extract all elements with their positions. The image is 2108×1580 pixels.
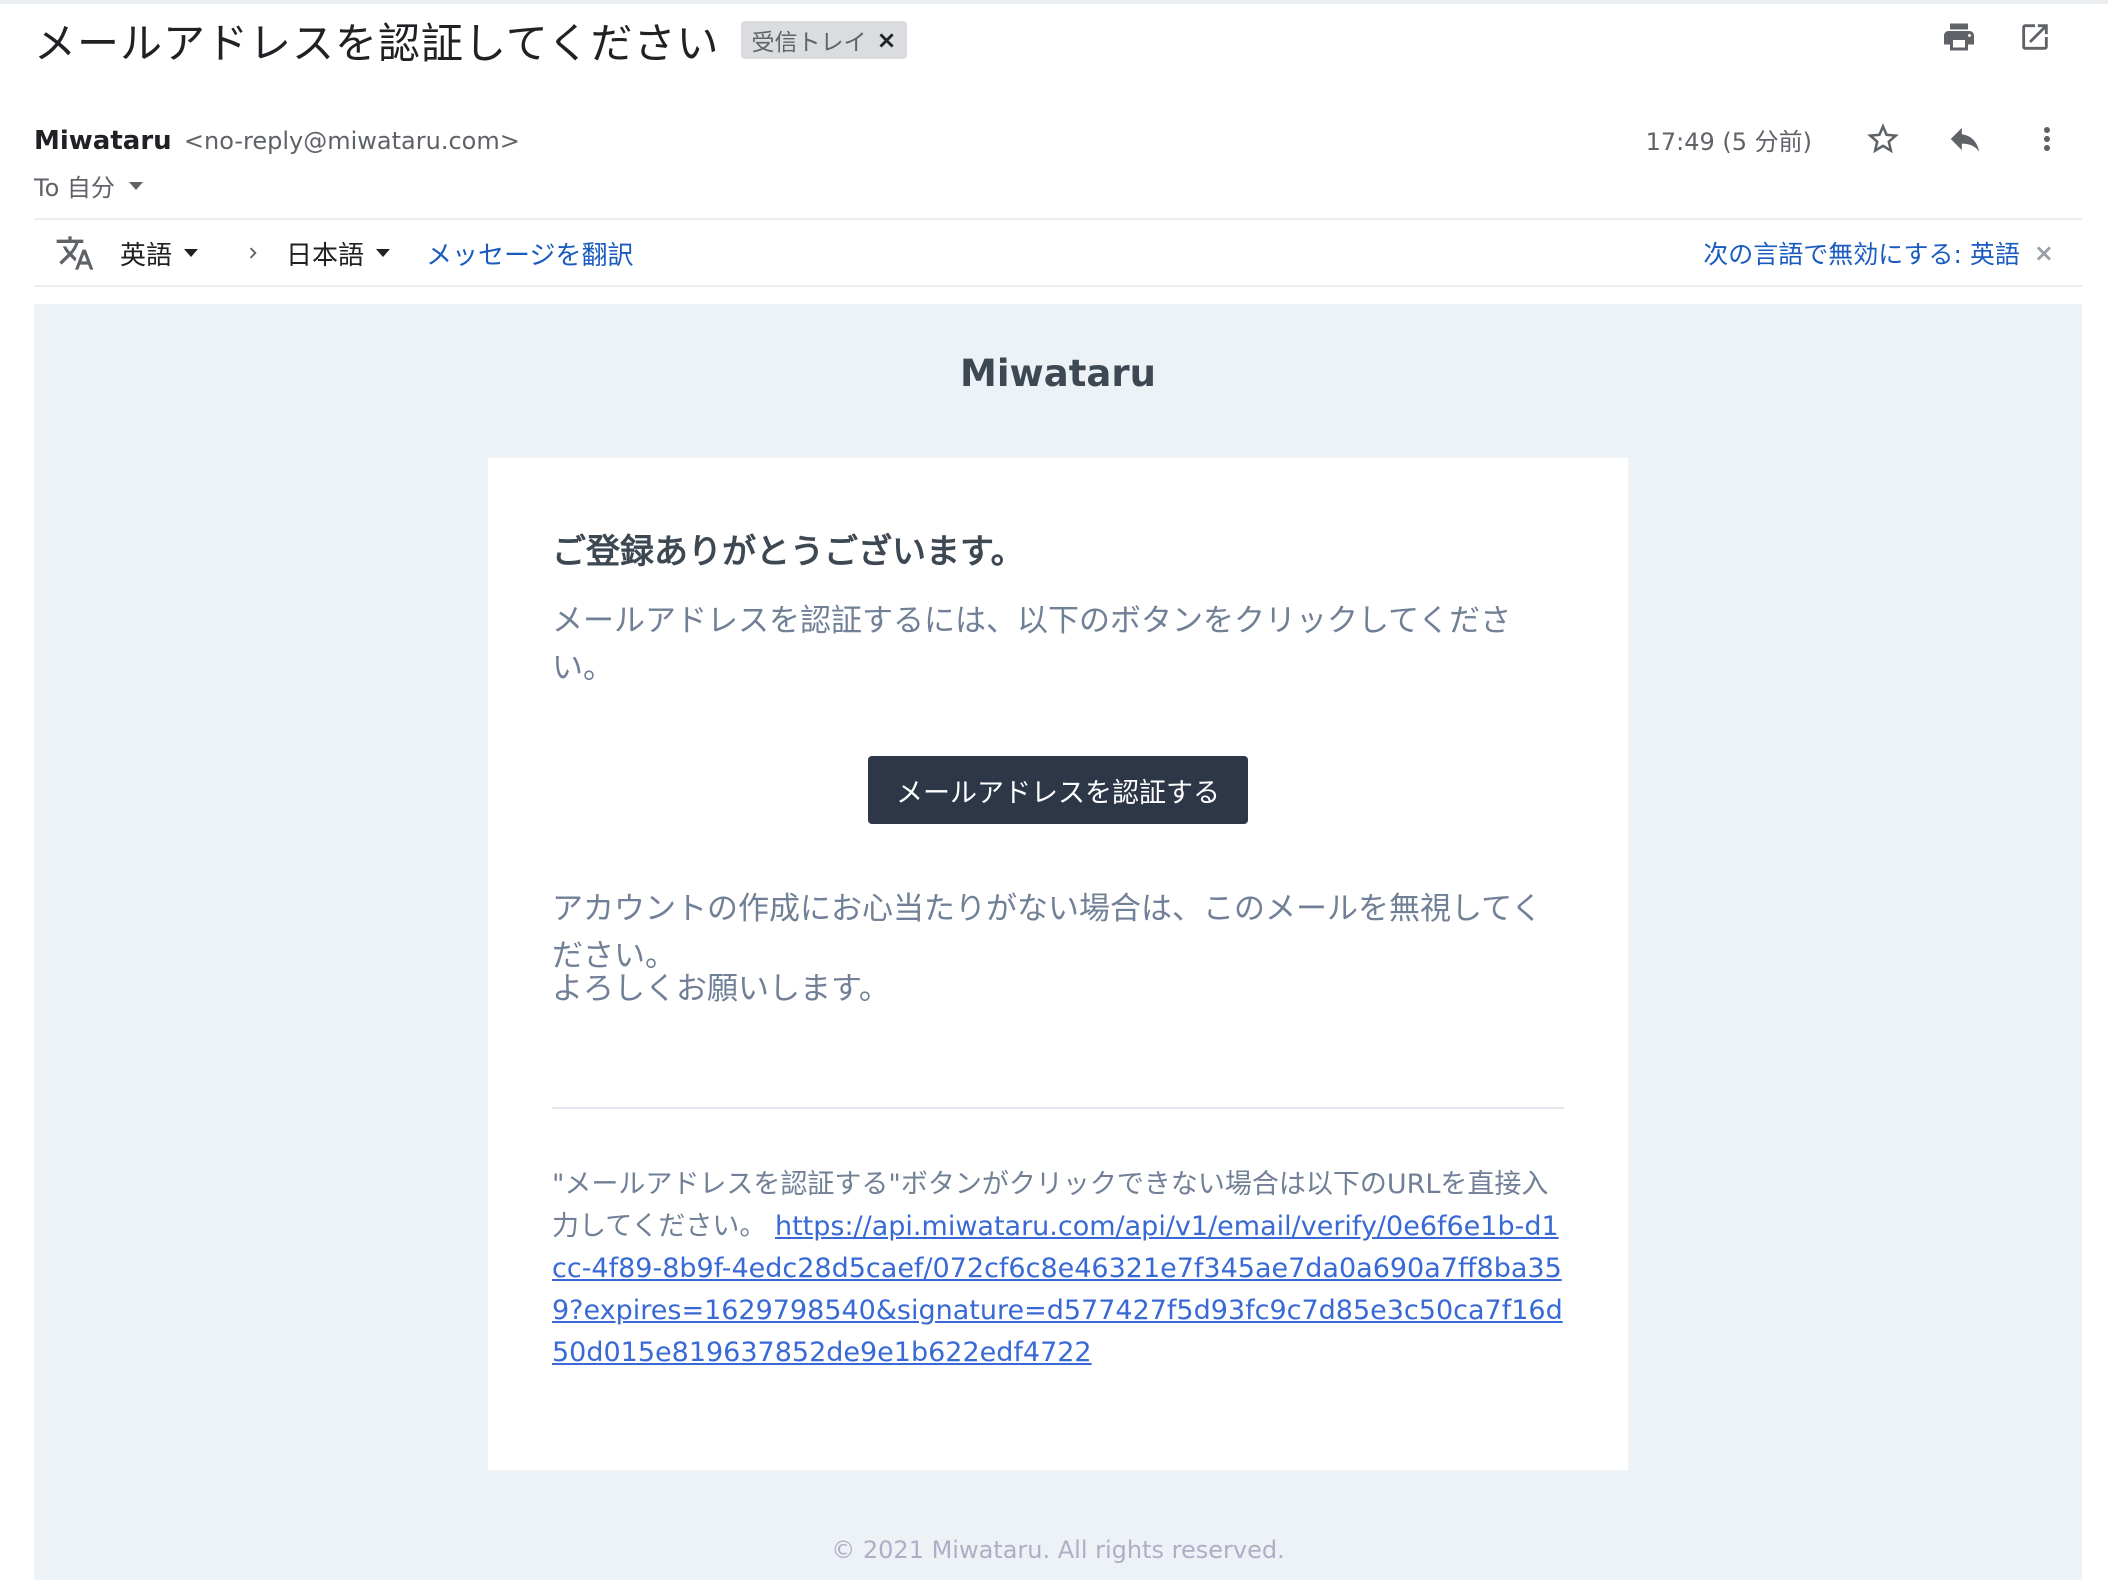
more-options-button[interactable]: [2026, 118, 2068, 160]
print-button[interactable]: [1938, 16, 1980, 58]
disable-translation-link[interactable]: 次の言語で無効にする: 英語: [1703, 235, 2020, 271]
sender-email: <no-reply@miwataru.com>: [183, 127, 520, 155]
target-language-select[interactable]: 日本語: [286, 235, 391, 272]
inbox-label-text: 受信トレイ: [751, 30, 867, 56]
content-divider: [552, 1107, 1564, 1109]
copyright-footer: © 2021 Miwataru. All rights reserved.: [831, 1536, 1285, 1564]
recipient-details[interactable]: To 自分: [34, 168, 143, 203]
message-meta: 17:49 (5 分前): [1646, 118, 2068, 160]
email-subject: メールアドレスを認証してください: [34, 18, 720, 68]
open-in-new-window-button[interactable]: [2014, 16, 2056, 58]
email-card: ご登録ありがとうございます。 メールアドレスを認証するには、以下のボタンをクリッ…: [488, 458, 1628, 1470]
chevron-right-icon: [242, 242, 264, 264]
subject-row: メールアドレスを認証してください 受信トレイ ×: [34, 10, 907, 70]
translate-bar: 英語 日本語 メッセージを翻訳 次の言語で無効にする: 英語 ×: [34, 222, 2082, 284]
translate-icon: [56, 236, 94, 270]
target-language-label: 日本語: [286, 240, 365, 271]
open-in-new-window-icon: [2022, 24, 2048, 50]
greeting-heading: ご登録ありがとうございます。: [552, 532, 1025, 572]
sender-row: Miwataru <no-reply@miwataru.com>: [34, 126, 520, 156]
inbox-label-chip[interactable]: 受信トレイ ×: [741, 21, 907, 59]
top-border: [0, 0, 2108, 4]
instruction-text: メールアドレスを認証するには、以下のボタンをクリックしてください。: [552, 603, 1512, 686]
received-time: 17:49 (5 分前): [1645, 127, 1812, 156]
remove-label-button[interactable]: ×: [876, 26, 896, 54]
close-translate-bar-button[interactable]: ×: [2034, 239, 2054, 267]
recipient-label: To 自分: [34, 174, 115, 202]
more-vert-icon: [2044, 127, 2050, 151]
top-actions: [1938, 16, 2056, 58]
chevron-down-icon: [376, 249, 391, 257]
fallback-note: "メールアドレスを認証する"ボタンがクリックできない場合は以下のURLを直接入力…: [552, 1164, 1564, 1374]
star-button[interactable]: [1862, 118, 1904, 160]
translate-message-link[interactable]: メッセージを翻訳: [426, 235, 633, 272]
source-language-label: 英語: [120, 240, 173, 271]
reply-icon: [1950, 127, 1980, 152]
header-divider: [34, 218, 2082, 220]
regards-text: よろしくお願いします。: [552, 971, 890, 1007]
chevron-down-icon: [184, 249, 199, 257]
translate-icon-wrap: [52, 230, 98, 276]
translate-divider: [34, 285, 2082, 287]
sender-name[interactable]: Miwataru: [34, 126, 172, 156]
source-language-select[interactable]: 英語: [120, 235, 199, 272]
brand-name[interactable]: Miwataru: [34, 352, 2082, 395]
print-icon: [1944, 23, 1974, 51]
email-body: Miwataru ご登録ありがとうございます。 メールアドレスを認証するには、以…: [34, 304, 2082, 1580]
reply-button[interactable]: [1944, 118, 1986, 160]
chevron-down-icon: [128, 181, 143, 190]
disable-translation: 次の言語で無効にする: 英語 ×: [1703, 222, 2054, 284]
star-icon: [1867, 123, 1899, 154]
verify-email-button[interactable]: メールアドレスを認証する: [868, 756, 1248, 824]
